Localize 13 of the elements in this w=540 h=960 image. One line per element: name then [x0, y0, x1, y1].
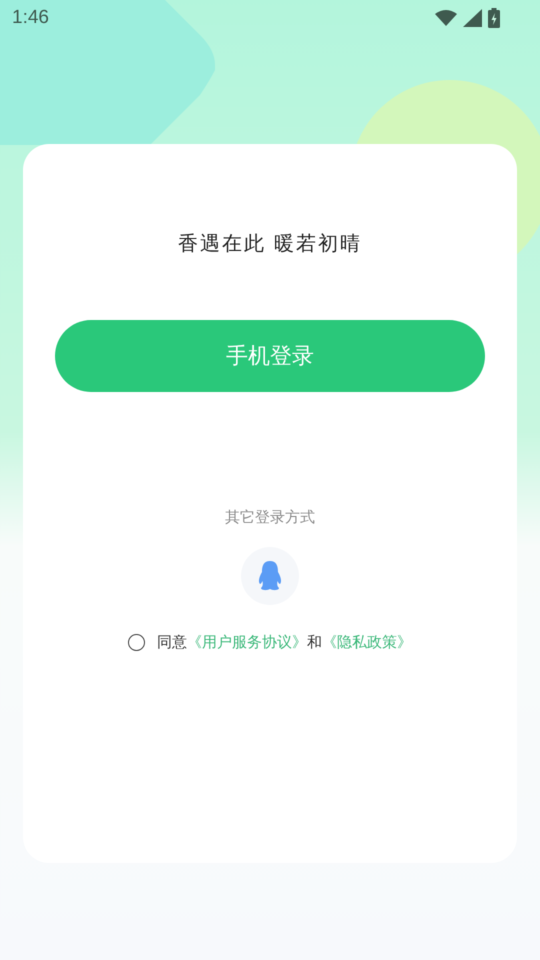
slogan: 香遇在此 暖若初晴: [178, 230, 362, 257]
phone-login-button[interactable]: 手机登录: [55, 320, 485, 392]
battery-icon: [488, 8, 500, 28]
agree-checkbox[interactable]: [128, 634, 145, 651]
agree-text: 和: [307, 633, 322, 652]
penguin-icon: [258, 561, 282, 591]
status-time: 1:46: [12, 7, 49, 29]
agreement-link[interactable]: 《用户服务协议》: [187, 633, 307, 652]
agreement-link[interactable]: 《隐私政策》: [322, 633, 412, 652]
signal-icon: [463, 9, 482, 27]
agree-text: 同意: [157, 633, 187, 652]
other-login-label: 其它登录方式: [225, 508, 315, 527]
wifi-icon: [435, 10, 457, 26]
